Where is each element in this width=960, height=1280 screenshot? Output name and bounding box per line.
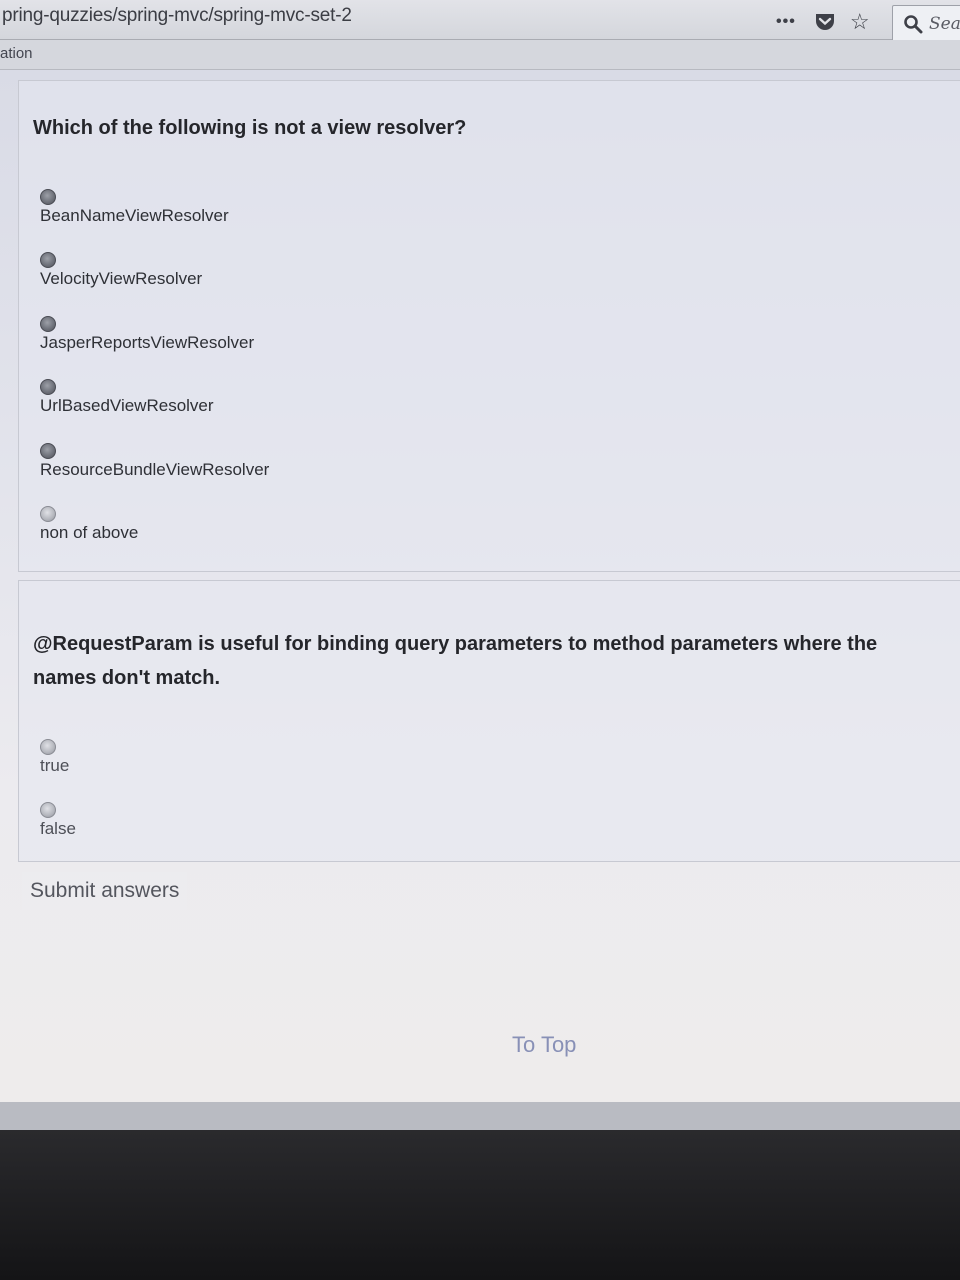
answer-option[interactable]: JasperReportsViewResolver: [40, 316, 254, 353]
bookmarks-bar: ation: [0, 40, 960, 70]
bookmark-item[interactable]: ation: [0, 45, 33, 62]
radio-button[interactable]: [40, 739, 56, 755]
search-input[interactable]: Sea: [892, 5, 960, 43]
option-label: false: [40, 819, 76, 838]
option-label: ResourceBundleViewResolver: [40, 460, 270, 479]
answer-option[interactable]: VelocityViewResolver: [40, 252, 202, 289]
search-placeholder: Sea: [929, 14, 960, 34]
option-label: true: [40, 756, 70, 775]
radio-button[interactable]: [40, 506, 56, 522]
answer-option[interactable]: non of above: [40, 506, 138, 543]
url-bar[interactable]: pring-quzzies/spring-mvc/spring-mvc-set-…: [2, 5, 352, 27]
option-label: UrlBasedViewResolver: [40, 396, 214, 415]
radio-button[interactable]: [40, 379, 56, 395]
option-label: non of above: [40, 523, 139, 542]
monitor-bezel: [0, 1130, 960, 1280]
star-icon[interactable]: ☆: [850, 11, 870, 33]
submit-answers-button[interactable]: Submit answers: [22, 872, 188, 910]
answer-option[interactable]: false: [40, 802, 76, 839]
quiz-page: Which of the following is not a view res…: [0, 70, 960, 1102]
radio-button[interactable]: [40, 252, 56, 268]
option-label: JasperReportsViewResolver: [40, 333, 255, 352]
option-label: BeanNameViewResolver: [40, 206, 229, 225]
pocket-icon[interactable]: [814, 12, 836, 32]
radio-button[interactable]: [40, 802, 56, 818]
radio-button[interactable]: [40, 316, 56, 332]
question-text: @RequestParam is useful for binding quer…: [33, 633, 878, 689]
question-text: Which of the following is not a view res…: [33, 117, 467, 139]
answer-option[interactable]: ResourceBundleViewResolver: [40, 443, 269, 480]
toolbar-icons: ••• ☆: [776, 10, 870, 34]
to-top-link[interactable]: To Top: [512, 1032, 576, 1058]
answer-option[interactable]: UrlBasedViewResolver: [40, 379, 214, 416]
question-card-1: Which of the following is not a view res…: [18, 80, 960, 572]
option-label: VelocityViewResolver: [40, 269, 203, 288]
answer-option[interactable]: true: [40, 739, 69, 776]
radio-button[interactable]: [40, 189, 56, 205]
search-icon: [904, 15, 923, 34]
page-actions-icon[interactable]: •••: [776, 14, 796, 30]
radio-button[interactable]: [40, 443, 56, 459]
answer-option[interactable]: BeanNameViewResolver: [40, 189, 229, 226]
browser-toolbar: pring-quzzies/spring-mvc/spring-mvc-set-…: [0, 0, 960, 43]
question-card-2: @RequestParam is useful for binding quer…: [18, 580, 960, 862]
